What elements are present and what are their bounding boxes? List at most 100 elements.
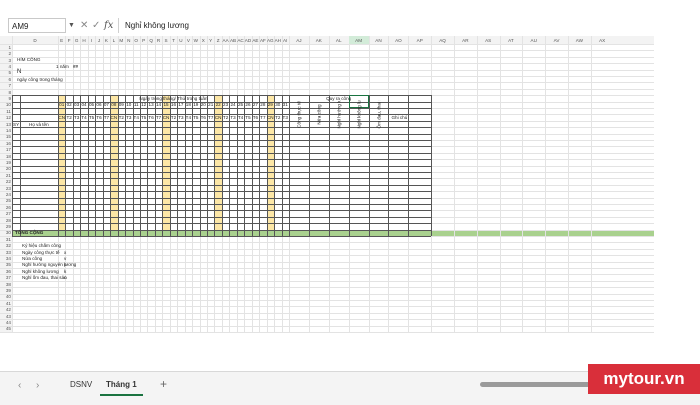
row-header[interactable]: 7 (1, 83, 11, 88)
chevron-left-icon[interactable]: ‹ (18, 379, 21, 393)
column-header[interactable]: D (31, 38, 39, 43)
row-header[interactable]: 13 (1, 122, 11, 127)
row-header[interactable]: 22 (1, 179, 11, 184)
row-header[interactable]: 42 (1, 307, 11, 312)
column-header[interactable]: AP (416, 38, 424, 43)
function-icon[interactable]: fx (104, 18, 113, 33)
row-header[interactable]: 45 (1, 326, 11, 331)
row-header[interactable]: 35 (1, 262, 11, 267)
row-header[interactable]: 30 (1, 230, 11, 235)
row-header[interactable]: 36 (1, 269, 11, 274)
table-border (12, 120, 432, 122)
column-header[interactable]: AU (530, 38, 538, 43)
column-header[interactable]: AV (553, 38, 561, 43)
column-header[interactable]: AN (375, 38, 383, 43)
row-header[interactable]: 5 (1, 70, 11, 75)
name-box[interactable]: AM9 (8, 18, 66, 33)
row-header[interactable]: 23 (1, 186, 11, 191)
table-border (12, 172, 432, 173)
name-header: Họ và tên (29, 121, 49, 127)
column-header[interactable]: AQ (439, 38, 447, 43)
column-header[interactable]: AT (507, 38, 515, 43)
row-header[interactable]: 2 (1, 51, 11, 56)
row-header[interactable]: 25 (1, 198, 11, 203)
table-border (12, 229, 432, 231)
column-header[interactable]: AR (461, 38, 469, 43)
weekday-label: CN (162, 115, 170, 121)
row-header[interactable]: 40 (1, 294, 11, 299)
row-header[interactable]: 20 (1, 166, 11, 171)
weekday-label: T7 (155, 115, 162, 121)
column-header[interactable]: AX (598, 38, 606, 43)
row-header[interactable]: 19 (1, 160, 11, 165)
row-header[interactable]: 24 (1, 192, 11, 197)
weekday-label: T7 (208, 115, 214, 121)
summary-column-label: Nghỉ hưởng lương (336, 100, 342, 129)
weekday-label: T2 (170, 115, 177, 121)
worksheet-grid[interactable]: D E F G H I J K L M N O P Q R S T U V W X Y Z AA AB AC AD AE AF AG AH A… (0, 36, 700, 371)
row-header[interactable]: 26 (1, 205, 11, 210)
tab-thang-1[interactable]: Tháng 1 (100, 376, 143, 396)
row-header[interactable]: 12 (1, 115, 11, 120)
column-header[interactable]: AM (355, 38, 363, 43)
row-header[interactable]: 1 (1, 45, 11, 50)
weekday-label: T6 (200, 115, 206, 121)
row-header[interactable]: 33 (1, 250, 11, 255)
row-header[interactable]: 34 (1, 256, 11, 261)
day-number: 28 (260, 102, 266, 108)
row-header[interactable]: 37 (1, 275, 11, 280)
weekday-label: T6 (148, 115, 154, 121)
formula-input[interactable]: Nghỉ không lương (118, 18, 693, 33)
row-header[interactable]: 29 (1, 224, 11, 229)
row-header[interactable]: 38 (1, 282, 11, 287)
chevron-down-icon[interactable]: ▼ (68, 18, 75, 33)
row-header[interactable]: 14 (1, 128, 11, 133)
column-header[interactable]: AJ (295, 38, 303, 43)
check-icon[interactable]: ✓ (92, 18, 100, 33)
legend-label: Nửa công (22, 256, 43, 261)
column-header[interactable]: AK (315, 38, 323, 43)
row-header[interactable]: 4 (1, 64, 11, 69)
row-header[interactable]: 39 (1, 288, 11, 293)
row-header[interactable]: 43 (1, 314, 11, 319)
day-number: 04 (81, 102, 87, 108)
row-header[interactable]: 32 (1, 243, 11, 248)
cancel-icon[interactable]: ✕ (80, 18, 88, 33)
plus-icon[interactable]: + (160, 377, 167, 391)
gridline-horizontal (0, 293, 654, 295)
row-header[interactable]: 17 (1, 147, 11, 152)
column-header[interactable]: AL (335, 38, 343, 43)
day-number: 01 (59, 102, 65, 108)
row-header[interactable]: 18 (1, 154, 11, 159)
row-header[interactable]: 21 (1, 173, 11, 178)
table-border (12, 108, 432, 109)
legend-label: Nghỉ hưởng nguyên lương (22, 262, 77, 268)
row-header[interactable]: 41 (1, 301, 11, 306)
month-label: 1 năm (56, 63, 69, 69)
weekday-label: T5 (245, 115, 251, 121)
row-header[interactable]: 10 (1, 102, 11, 107)
day-number: 16 (170, 102, 177, 108)
column-header[interactable]: AO (394, 38, 402, 43)
column-header[interactable]: AS (484, 38, 492, 43)
column-header[interactable]: AI (281, 38, 289, 43)
horizontal-scrollbar[interactable] (480, 382, 590, 387)
row-header[interactable]: 9 (1, 96, 11, 101)
row-header[interactable]: 44 (1, 320, 11, 325)
legend-title: Ký hiệu chấm công (22, 243, 62, 249)
row-header[interactable]: 27 (1, 211, 11, 216)
row-header[interactable]: 11 (1, 109, 11, 114)
row-header[interactable]: 15 (1, 134, 11, 139)
row-header[interactable]: 8 (1, 90, 11, 95)
weekday-label: T3 (230, 115, 236, 121)
row-header[interactable]: 31 (1, 237, 11, 242)
tab-dsnv[interactable]: DSNV (64, 376, 98, 394)
row-header[interactable]: 6 (1, 77, 11, 82)
weekday-label: T2 (275, 115, 281, 121)
row-header[interactable]: 3 (1, 58, 11, 63)
column-header[interactable]: AW (575, 38, 583, 43)
row-header[interactable]: 16 (1, 141, 11, 146)
row-header[interactable]: 28 (1, 218, 11, 223)
chevron-right-icon[interactable]: › (36, 379, 39, 393)
day-number: 15 (163, 102, 169, 108)
